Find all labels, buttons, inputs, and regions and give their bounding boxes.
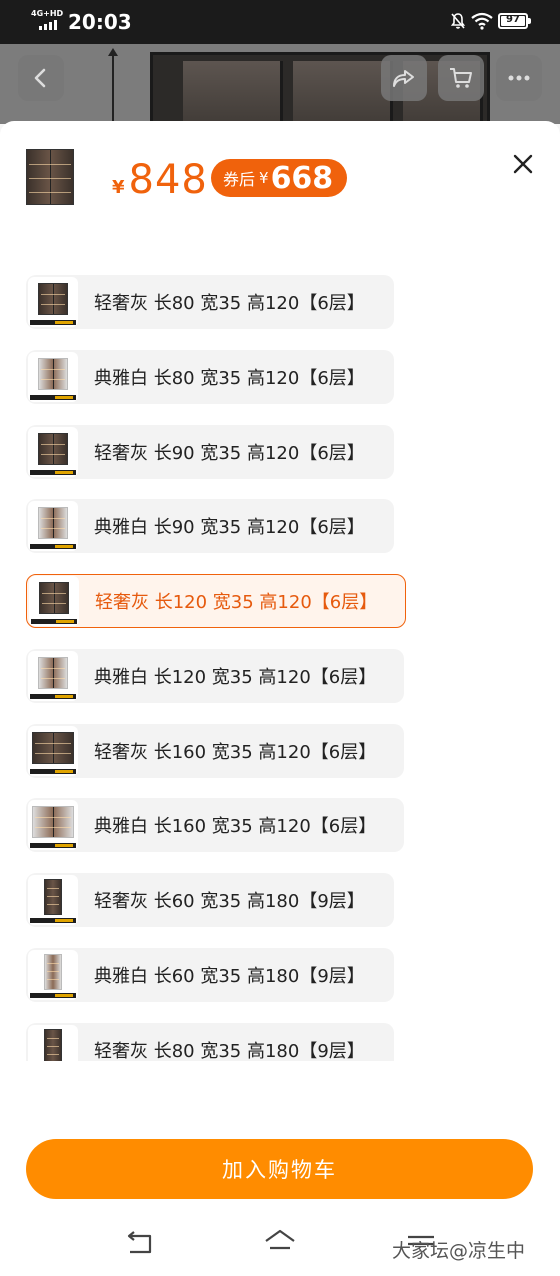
sku-thumbnail [28, 800, 78, 850]
share-button[interactable] [381, 55, 427, 101]
sku-thumbnail [29, 576, 79, 626]
watermark-text: 大家坛@凉生中 [392, 1240, 526, 1262]
sku-thumbnail [28, 427, 78, 477]
sku-thumbnail [28, 1025, 78, 1061]
sku-option-label: 典雅白 长90 宽35 高120【6层】 [94, 517, 365, 538]
sku-option[interactable]: 典雅白 长90 宽35 高120【6层】 [26, 499, 394, 553]
coupon-price-badge: 券后 ¥ 668 [211, 159, 348, 197]
dimension-arrow [108, 48, 118, 124]
status-bar: 4G+HD 20:03 97 [0, 0, 560, 44]
selected-product-thumbnail[interactable] [12, 141, 88, 237]
share-icon [393, 70, 414, 87]
sku-option-label: 轻奢灰 长80 宽35 高120【6层】 [94, 293, 365, 314]
clock: 20:03 [68, 10, 132, 34]
network-type: 4G+HD [31, 9, 64, 18]
signal-icon [39, 20, 57, 30]
coupon-currency: ¥ [259, 169, 269, 187]
back-button[interactable] [18, 55, 64, 101]
sku-selection-sheet: ¥ 848 券后 ¥ 668 轻奢灰 长80 宽35 高120【6层】 典雅白 … [0, 121, 560, 1276]
cart-icon [450, 68, 472, 88]
price-value: 848 [128, 157, 208, 203]
sku-option[interactable]: 轻奢灰 长60 宽35 高180【9层】 [26, 873, 394, 927]
sku-option[interactable]: 典雅白 长80 宽35 高120【6层】 [26, 350, 394, 404]
battery-level: 97 [506, 14, 520, 25]
price-currency: ¥ [112, 177, 125, 198]
sku-thumbnail [28, 352, 78, 402]
sku-thumbnail [28, 501, 78, 551]
sku-option[interactable]: 典雅白 长120 宽35 高120【6层】 [26, 649, 404, 703]
sku-option[interactable]: 轻奢灰 长80 宽35 高180【9层】 [26, 1023, 394, 1061]
sku-option-label: 轻奢灰 长160 宽35 高120【6层】 [94, 742, 377, 763]
add-to-cart-button[interactable]: 加入购物车 [26, 1139, 533, 1199]
sku-option-label: 轻奢灰 长80 宽35 高180【9层】 [94, 1041, 365, 1061]
sku-option[interactable]: 轻奢灰 长90 宽35 高120【6层】 [26, 425, 394, 479]
sku-option-label: 轻奢灰 长60 宽35 高180【9层】 [94, 891, 365, 912]
coupon-price-value: 668 [270, 160, 334, 196]
sku-option-list: 轻奢灰 长80 宽35 高120【6层】 典雅白 长80 宽35 高120【6层… [26, 275, 426, 1061]
sku-thumbnail [28, 950, 78, 1000]
more-button[interactable] [496, 55, 542, 101]
sku-option-label: 轻奢灰 长120 宽35 高120【6层】 [95, 592, 378, 613]
sku-thumbnail [28, 651, 78, 701]
chevron-left-icon [34, 68, 46, 88]
sku-option-selected[interactable]: 轻奢灰 长120 宽35 高120【6层】 [26, 574, 406, 628]
sku-option[interactable]: 轻奢灰 长80 宽35 高120【6层】 [26, 275, 394, 329]
price: ¥ 848 [112, 157, 208, 203]
sku-option[interactable]: 轻奢灰 长160 宽35 高120【6层】 [26, 724, 404, 778]
back-nav-icon[interactable] [122, 1228, 156, 1258]
mute-bell-icon [450, 13, 466, 29]
sku-option-label: 典雅白 长80 宽35 高120【6层】 [94, 368, 365, 389]
cart-button[interactable] [438, 55, 484, 101]
sku-thumbnail [28, 277, 78, 327]
sku-option-label: 典雅白 长120 宽35 高120【6层】 [94, 667, 377, 688]
sku-option[interactable]: 典雅白 长160 宽35 高120【6层】 [26, 798, 404, 852]
battery-indicator: 97 [498, 13, 531, 29]
sku-option-label: 轻奢灰 长90 宽35 高120【6层】 [94, 443, 365, 464]
sku-option[interactable]: 典雅白 长60 宽35 高180【9层】 [26, 948, 394, 1002]
close-icon[interactable] [508, 149, 538, 179]
home-nav-icon[interactable] [263, 1228, 297, 1258]
more-dots-icon [508, 75, 530, 81]
sku-option-label: 典雅白 长160 宽35 高120【6层】 [94, 816, 377, 837]
coupon-label: 券后 [223, 170, 256, 189]
sku-option-label: 典雅白 长60 宽35 高180【9层】 [94, 966, 365, 987]
wifi-icon [471, 12, 493, 30]
sku-thumbnail [28, 726, 78, 776]
sku-thumbnail [28, 875, 78, 925]
